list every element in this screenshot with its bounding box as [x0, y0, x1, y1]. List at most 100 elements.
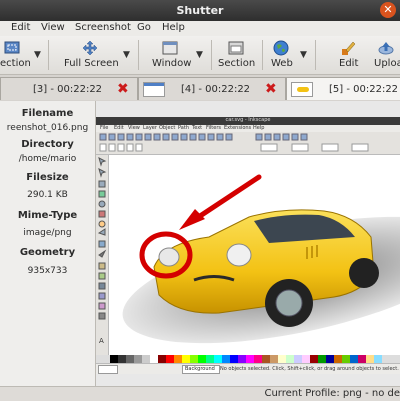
- status-bar: Current Profile: png - no de: [0, 386, 400, 401]
- palette-swatch: [166, 355, 174, 363]
- screenshot-preview[interactable]: car.svg - Inkscape File Edit View Layer …: [96, 101, 400, 386]
- toolbar-separator: [48, 40, 49, 70]
- palette-swatch: [342, 355, 350, 363]
- inkscape-menu-item: Edit: [114, 125, 124, 131]
- palette-swatch: [374, 355, 382, 363]
- palette-swatch: [190, 355, 198, 363]
- palette-swatch: [126, 355, 134, 363]
- palette-swatch: [222, 355, 230, 363]
- geometry-heading: Geometry: [19, 247, 76, 258]
- menu-screenshot[interactable]: Screenshot: [75, 22, 131, 33]
- selection-button[interactable]: ection: [0, 36, 31, 74]
- tab-4[interactable]: [4] - 00:22:22 ✖: [138, 77, 286, 100]
- front-hub: [275, 289, 303, 317]
- mime-type-value: image/png: [23, 228, 72, 238]
- window-icon: [162, 41, 178, 55]
- close-icon[interactable]: ✕: [380, 2, 396, 18]
- right-headlight: [226, 243, 252, 267]
- screenshot-tabs: [3] - 00:22:22 ✖ [4] - 00:22:22 ✖ [5] - …: [0, 75, 400, 101]
- window-button[interactable]: Window: [150, 36, 191, 74]
- palette-swatch: [350, 355, 358, 363]
- edit-icon: [342, 41, 356, 55]
- web-icon: [273, 40, 289, 56]
- tab-3[interactable]: [3] - 00:22:22 ✖: [0, 77, 138, 100]
- inkscape-menu-item: Layer: [143, 125, 157, 131]
- fill-indicator: [98, 365, 118, 374]
- chevron-down-icon[interactable]: ▼: [196, 50, 203, 60]
- thumbnail: [143, 82, 165, 97]
- delete-icon[interactable]: ✖: [117, 81, 129, 97]
- palette-swatch: [198, 355, 206, 363]
- web-button[interactable]: Web: [268, 36, 294, 74]
- palette-swatch: [134, 355, 142, 363]
- upload-label: Uploa: [374, 58, 400, 69]
- palette-swatch: [254, 355, 262, 363]
- palette-swatches: [110, 355, 382, 363]
- filename-heading: Filename: [21, 108, 74, 119]
- palette-swatch: [318, 355, 326, 363]
- directory-value: /home/mario: [18, 154, 77, 164]
- inkscape-toolbox: A: [96, 155, 109, 355]
- tab-5[interactable]: [5] - 00:22:22: [286, 77, 400, 100]
- chevron-down-icon[interactable]: ▼: [123, 50, 130, 60]
- inkscape-menubar: File Edit View Layer Object Path Text Fi…: [96, 125, 400, 132]
- upload-button[interactable]: Uploa: [372, 36, 400, 74]
- title-bar: Shutter ✕: [0, 0, 400, 21]
- inkscape-title: car.svg - Inkscape: [225, 117, 271, 123]
- toolbar-separator: [262, 40, 263, 70]
- selection-label: ection: [0, 58, 31, 69]
- selection-icon: [4, 41, 20, 54]
- palette-swatch: [294, 355, 302, 363]
- inkscape-menu-item: Object: [159, 125, 176, 131]
- palette-swatch: [150, 355, 158, 363]
- toolbar: ection ▼ Full Screen ▼ Window ▼ Section …: [0, 36, 400, 75]
- menu-view[interactable]: View: [41, 22, 65, 33]
- inkscape-menu-item: Extensions: [224, 125, 252, 131]
- inkscape-tool-icons: A: [97, 157, 107, 345]
- palette-swatch: [158, 355, 166, 363]
- current-profile-status: Current Profile: png - no de: [264, 388, 400, 399]
- web-label: Web: [271, 58, 293, 69]
- inkscape-menu-item: View: [128, 125, 140, 131]
- color-palette: [96, 355, 400, 363]
- inkscape-menu-item: Help: [253, 125, 265, 131]
- inkscape-toolbars: [96, 132, 400, 155]
- menu-go[interactable]: Go: [137, 22, 151, 33]
- menu-edit[interactable]: Edit: [11, 22, 30, 33]
- left-headlight: [158, 247, 180, 267]
- palette-swatch: [118, 355, 126, 363]
- toolbar-separator: [138, 40, 139, 70]
- palette-swatch: [238, 355, 246, 363]
- fullscreen-icon: [82, 40, 98, 56]
- palette-swatch: [302, 355, 310, 363]
- layer-selector: Background: [182, 365, 220, 374]
- tab-label: [4] - 00:22:22: [181, 84, 251, 95]
- inkscape-toolbar-icons: [99, 133, 369, 152]
- annotation-arrow: [191, 174, 262, 223]
- palette-swatch: [278, 355, 286, 363]
- section-label: Section: [218, 58, 256, 69]
- palette-swatch: [286, 355, 294, 363]
- menu-help[interactable]: Help: [162, 22, 185, 33]
- fullscreen-button[interactable]: Full Screen: [62, 36, 119, 74]
- inkscape-status-text: No objects selected. Click, Shift+click,…: [220, 366, 399, 372]
- tab-label: [5] - 00:22:22: [329, 84, 399, 95]
- palette-swatch: [110, 355, 118, 363]
- file-info-sidebar: Filename reenshot_016.png Directory /hom…: [0, 101, 96, 386]
- directory-heading: Directory: [21, 139, 74, 150]
- palette-swatch: [326, 355, 334, 363]
- svg-text:A: A: [99, 337, 104, 345]
- section-button[interactable]: Section: [216, 36, 256, 74]
- inkscape-menu-item: Filters: [206, 125, 221, 131]
- palette-swatch: [182, 355, 190, 363]
- window-title: Shutter: [176, 4, 224, 17]
- palette-swatch: [358, 355, 366, 363]
- menu-bar: Edit View Screenshot Go Help: [0, 21, 400, 37]
- mime-type-heading: Mime-Type: [17, 210, 78, 221]
- inkscape-menu-item: Text: [192, 125, 203, 131]
- delete-icon[interactable]: ✖: [265, 81, 277, 97]
- chevron-down-icon[interactable]: ▼: [300, 50, 307, 60]
- chevron-down-icon[interactable]: ▼: [34, 50, 41, 60]
- edit-button[interactable]: Edit: [333, 36, 363, 74]
- palette-swatch: [270, 355, 278, 363]
